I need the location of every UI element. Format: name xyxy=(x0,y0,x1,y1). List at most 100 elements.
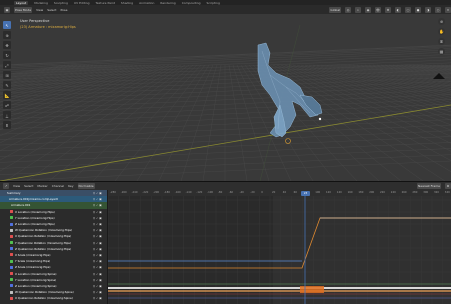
workspace-tab[interactable]: Texture Paint xyxy=(96,1,115,5)
curve-area[interactable]: -280 -260 -240 -220 -200 -180 -160 -140 -120 -100… xyxy=(108,190,451,304)
blender-window: Layout Modeling Sculpting UV Editing Texture… xyxy=(0,0,451,304)
graph-key-menu[interactable]: Key xyxy=(68,184,73,188)
graph-select-menu[interactable]: Select xyxy=(24,184,33,188)
mode-dropdown[interactable]: Pose Mode xyxy=(14,6,33,13)
proportional-edit-icon[interactable]: ◉ xyxy=(365,6,371,13)
channel-row[interactable]: X Quaternion Rotation (mixamorig:Spine) ⚲… xyxy=(0,295,107,301)
channel-toggle-icons[interactable]: ⚲ ✓ ▣ xyxy=(93,241,107,245)
viewport-info: User Perspective (23) Armature : mixamor… xyxy=(20,18,76,30)
workspace-tab[interactable]: Compositing xyxy=(182,1,201,5)
ruler-tick-label: -160 xyxy=(174,191,181,194)
workspace-tab[interactable]: Layout xyxy=(14,0,29,5)
channel-toggle-icons[interactable]: ⚲ ✓ ▣ xyxy=(93,247,107,251)
channel-toggle-icons[interactable]: ⚲ ✓ ▣ xyxy=(93,278,107,282)
graph-channel-menu[interactable]: Channel xyxy=(52,184,64,188)
current-frame-indicator[interactable]: 23 xyxy=(301,190,310,196)
graph-marker-menu[interactable]: Marker xyxy=(37,184,47,188)
move-tool-icon[interactable]: ✥ xyxy=(3,41,11,49)
shading-options-icon[interactable]: ▾ xyxy=(445,6,451,13)
graph-view-menu[interactable]: View xyxy=(13,184,20,188)
visibility-icon[interactable]: 👁 xyxy=(375,6,381,13)
ruler-tick-label: 60 xyxy=(293,191,297,194)
workspace-tab[interactable]: Modeling xyxy=(34,1,48,5)
transform-tool-icon[interactable]: ⊞ xyxy=(3,71,11,79)
workspace-tab[interactable]: Rendering xyxy=(160,1,175,5)
workspace-tab[interactable]: Scripting xyxy=(207,1,220,5)
shading-rendered-icon[interactable]: ○ xyxy=(435,6,441,13)
scale-tool-icon[interactable]: ⤢ xyxy=(3,61,11,69)
channel-toggle-icons[interactable]: ⚲ ✓ ▣ xyxy=(93,296,107,300)
zoom-icon[interactable]: ⊕ xyxy=(438,18,445,25)
pivot-icon[interactable]: ◎ xyxy=(345,6,351,13)
channel-name: X Scale (mixamorig:Hips) xyxy=(15,252,51,257)
gizmo-icon[interactable]: ✥ xyxy=(385,6,391,13)
grid-toggle-icon[interactable]: ▦ xyxy=(438,48,445,55)
ruler-tick-label: 20 xyxy=(272,191,276,194)
channel-list: Summary ⚲ ✓ ▣ Armature.001|mixamo.com|Laye… xyxy=(0,190,108,304)
channel-name: X Location (mixamorig:Hips) xyxy=(15,209,55,214)
channel-toggle-icons[interactable]: ⚲ ✓ ▣ xyxy=(93,197,107,201)
channel-toggle-icons[interactable]: ⚲ ✓ ▣ xyxy=(93,191,107,195)
measure-tool-icon[interactable]: 📐 xyxy=(3,91,11,99)
select-menu[interactable]: Select xyxy=(47,8,56,12)
3d-viewport[interactable]: ▣ Pose Mode View Select Pose Global ◎ ⌖ … xyxy=(0,5,451,181)
shading-material-icon[interactable]: ◑ xyxy=(425,6,431,13)
graph-editor[interactable]: ↗ View Select Marker Channel Key Normali… xyxy=(0,181,451,304)
editor-type-button[interactable]: ▣ xyxy=(4,6,10,13)
xray-icon[interactable]: ▢ xyxy=(405,6,411,13)
channel-toggle-icons[interactable]: ⚲ ✓ ▣ xyxy=(93,203,107,207)
channel-name: Y Scale (mixamorig:Hips) xyxy=(15,259,51,264)
channel-toggle-icons[interactable]: ⚲ ✓ ▣ xyxy=(93,290,107,294)
rotate-tool-icon[interactable]: ↻ xyxy=(3,51,11,59)
snap-mode-dropdown[interactable]: Nearest Frame xyxy=(417,183,441,189)
channel-toggle-icons[interactable]: ⚲ ✓ ▣ xyxy=(93,234,107,238)
overlay-icon[interactable]: ◐ xyxy=(395,6,401,13)
ruler-tick-label: -80 xyxy=(218,191,223,194)
ruler-tick-label: 300 xyxy=(423,191,429,194)
channel-name: Z Location (mixamorig:Spine) xyxy=(15,283,57,288)
workspace-tab[interactable]: UV Editing xyxy=(74,1,90,5)
camera-icon[interactable]: ⌸ xyxy=(438,38,445,45)
selected-keyframes[interactable] xyxy=(300,286,324,293)
pose-tool-icon[interactable]: ☍ xyxy=(3,101,11,109)
ruler-tick-label: 280 xyxy=(412,191,418,194)
channel-name: Z Quaternion Rotation (mixamorig:Hips) xyxy=(15,246,72,251)
cursor-tool-icon[interactable]: ⊕ xyxy=(3,31,11,39)
channel-toggle-icons[interactable]: ⚲ ✓ ▣ xyxy=(93,259,107,263)
relax-tool-icon[interactable]: ⟂ xyxy=(3,111,11,119)
channel-toggle-icons[interactable]: ⚲ ✓ ▣ xyxy=(93,228,107,232)
shading-solid-icon[interactable]: ● xyxy=(415,6,421,13)
channel-color-swatch xyxy=(2,191,5,195)
transform-orientation-dropdown[interactable]: Global xyxy=(329,6,341,13)
graph-editor-type-button[interactable]: ↗ xyxy=(3,183,9,189)
channel-name: Armature.001|mixamo.com|Layer0 xyxy=(9,197,58,202)
workspace-tab[interactable]: Animation xyxy=(139,1,154,5)
channel-color-swatch xyxy=(10,216,13,220)
channel-toggle-icons[interactable]: ⚲ ✓ ▣ xyxy=(93,272,107,276)
graph-settings-icon[interactable]: ⚙ xyxy=(445,183,451,189)
workspace-tab[interactable]: Sculpting xyxy=(54,1,68,5)
channel-toggle-icons[interactable]: ⚲ ✓ ▣ xyxy=(93,210,107,214)
snap-icon[interactable]: ⌖ xyxy=(355,6,361,13)
channel-color-swatch xyxy=(10,272,13,276)
channel-color-swatch xyxy=(10,284,13,288)
hand-pan-icon[interactable]: ✋ xyxy=(438,28,445,35)
frame-ruler[interactable]: -280 -260 -240 -220 -200 -180 -160 -140 -120 -100… xyxy=(108,190,451,196)
ruler-tick-label: -200 xyxy=(153,191,160,194)
channel-toggle-icons[interactable]: ⚲ ✓ ▣ xyxy=(93,265,107,269)
view-menu[interactable]: View xyxy=(36,8,43,12)
channel-name: Z Location (mixamorig:Hips) xyxy=(15,222,55,227)
channel-toggle-icons[interactable]: ⚲ ✓ ▣ xyxy=(93,253,107,257)
ruler-tick-label: -180 xyxy=(164,191,170,194)
channel-toggle-icons[interactable]: ⚲ ✓ ▣ xyxy=(93,284,107,288)
channel-name: X Location (mixamorig:Spine) xyxy=(15,271,57,276)
select-tool-icon[interactable]: ↖ xyxy=(3,21,11,29)
pose-menu[interactable]: Pose xyxy=(60,8,67,12)
push-tool-icon[interactable]: ⬆ xyxy=(3,121,11,129)
channel-toggle-icons[interactable]: ⚲ ✓ ▣ xyxy=(93,216,107,220)
annotate-tool-icon[interactable]: ✎ xyxy=(3,81,11,89)
curve-canvas[interactable] xyxy=(108,190,451,304)
workspace-tab[interactable]: Shading xyxy=(121,1,133,5)
normalize-toggle[interactable]: Normalize xyxy=(77,183,95,189)
channel-toggle-icons[interactable]: ⚲ ✓ ▣ xyxy=(93,222,107,226)
